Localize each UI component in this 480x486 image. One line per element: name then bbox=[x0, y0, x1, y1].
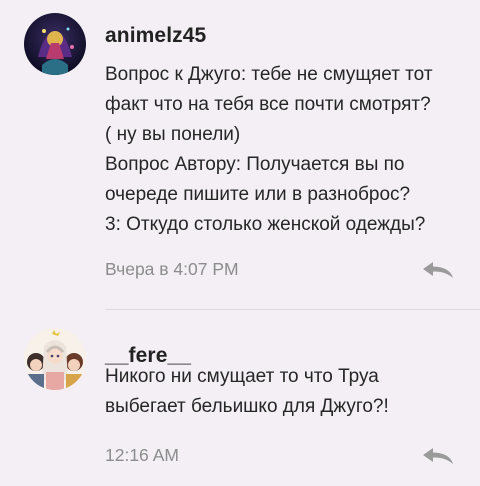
comment-text: Никого ни смущает то что Труа выбегает б… bbox=[105, 362, 465, 422]
reply-button[interactable] bbox=[420, 259, 456, 281]
comment-line: 3: Откудо столько женской одежды? bbox=[105, 214, 426, 235]
user-avatar[interactable] bbox=[24, 328, 86, 390]
divider bbox=[105, 309, 480, 310]
timestamp: 12:16 AM bbox=[105, 445, 179, 465]
comment-line: Никого ни смущает то что Труа bbox=[105, 366, 379, 387]
comment-line: очереде пишите или в разноброс? bbox=[105, 184, 411, 205]
username[interactable]: animelz45 bbox=[105, 24, 206, 48]
reply-arrow-icon bbox=[423, 262, 453, 278]
comment-item: __fere__ Никого ни смущает то что Труа в… bbox=[0, 312, 480, 486]
comment-line: Вопрос к Джугo: тебе не смущяет тот bbox=[105, 64, 433, 85]
user-avatar[interactable] bbox=[24, 13, 86, 75]
reply-arrow-icon bbox=[423, 448, 453, 464]
avatar-image bbox=[24, 328, 86, 390]
avatar-image bbox=[24, 13, 86, 75]
timestamp: Вчера в 4:07 PM bbox=[105, 259, 239, 279]
comment-text: Вопрос к Джугo: тебе не смущяет тот факт… bbox=[105, 60, 465, 240]
comment-line: выбегает бельишко для Джуго?! bbox=[105, 396, 389, 417]
comment-line: факт что на тебя все почти смотрят? bbox=[105, 94, 431, 115]
comment-line: ( ну вы понели) bbox=[105, 124, 241, 145]
reply-button[interactable] bbox=[420, 445, 456, 467]
comment-line: Вопрос Автору: Получается вы по bbox=[105, 154, 405, 175]
comment-item: animelz45 Вопрос к Джугo: тебе не смущяе… bbox=[0, 0, 480, 300]
